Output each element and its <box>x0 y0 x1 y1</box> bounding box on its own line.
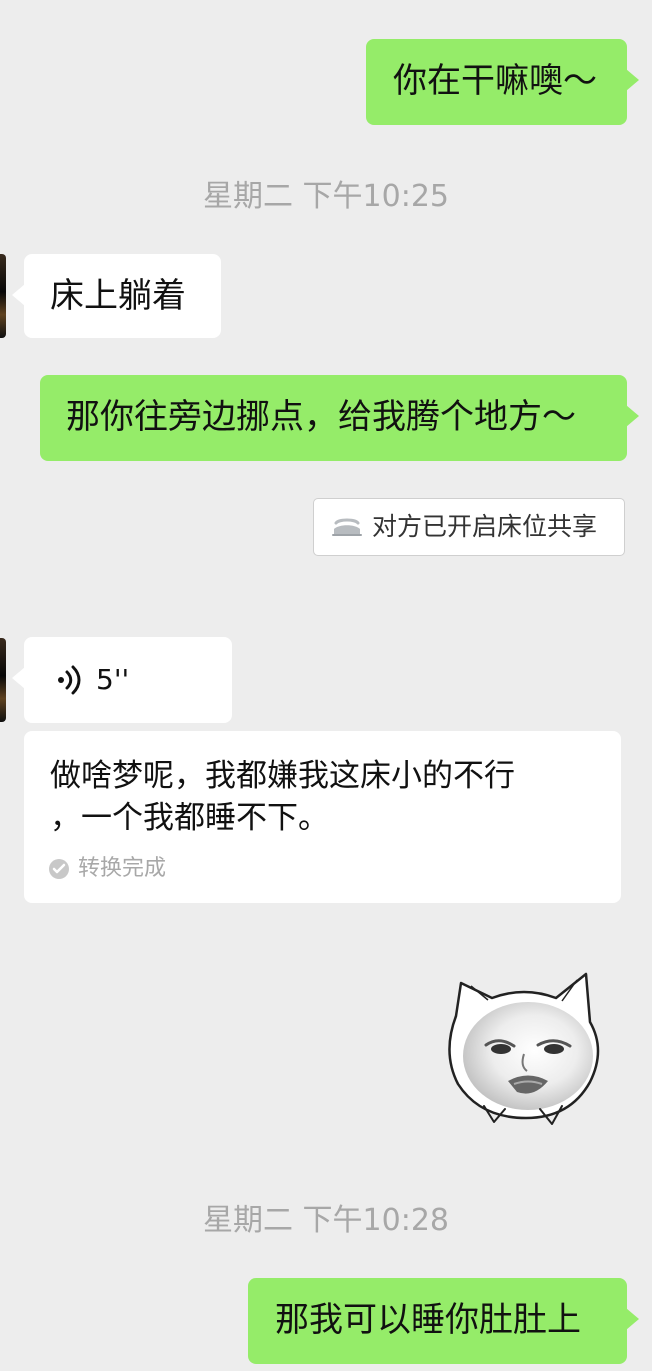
bed-icon <box>332 518 362 536</box>
chat-window: 你在干嘛噢～ 星期二 下午10:25 床上躺着 那你往旁边挪点，给我腾个地方～ … <box>0 0 652 1371</box>
message-text: 那你往旁边挪点，给我腾个地方～ <box>66 397 576 437</box>
contact-avatar[interactable] <box>0 638 6 722</box>
bed-sharing-notice[interactable]: 对方已开启床位共享 <box>313 498 625 556</box>
voice-icon <box>58 665 81 695</box>
conversion-status-text: 转换完成 <box>78 856 167 881</box>
message-text: 床上躺着 <box>50 276 186 316</box>
my-message-bubble[interactable]: 那你往旁边挪点，给我腾个地方～ <box>40 375 639 461</box>
check-circle-icon <box>49 859 69 879</box>
contact-avatar[interactable] <box>0 254 6 338</box>
voice-message-bubble[interactable]: 5'' <box>12 637 232 723</box>
voice-transcription-bubble[interactable]: 做啥梦呢，我都嫌我这床小的不行 ，一个我都睡不下。 转换完成 <box>24 731 621 903</box>
bed-sharing-text: 对方已开启床位共享 <box>372 512 598 541</box>
contact-message-bubble[interactable]: 床上躺着 <box>12 254 221 338</box>
voice-duration: 5'' <box>96 663 130 696</box>
message-text: 你在干嘛噢～ <box>393 61 597 101</box>
my-message-bubble[interactable]: 那我可以睡你肚肚上 <box>248 1278 639 1364</box>
cat-face-sticker[interactable] <box>436 958 612 1128</box>
timestamp: 星期二 下午10:28 <box>203 1203 449 1238</box>
message-text: 那我可以睡你肚肚上 <box>275 1300 581 1340</box>
my-message-bubble[interactable]: 你在干嘛噢～ <box>366 39 639 125</box>
timestamp: 星期二 下午10:25 <box>203 179 449 214</box>
conversion-status: 转换完成 <box>48 855 166 883</box>
transcription-line: ，一个我都睡不下。 <box>50 800 329 836</box>
transcription-line: 做啥梦呢，我都嫌我这床小的不行 <box>50 758 515 794</box>
